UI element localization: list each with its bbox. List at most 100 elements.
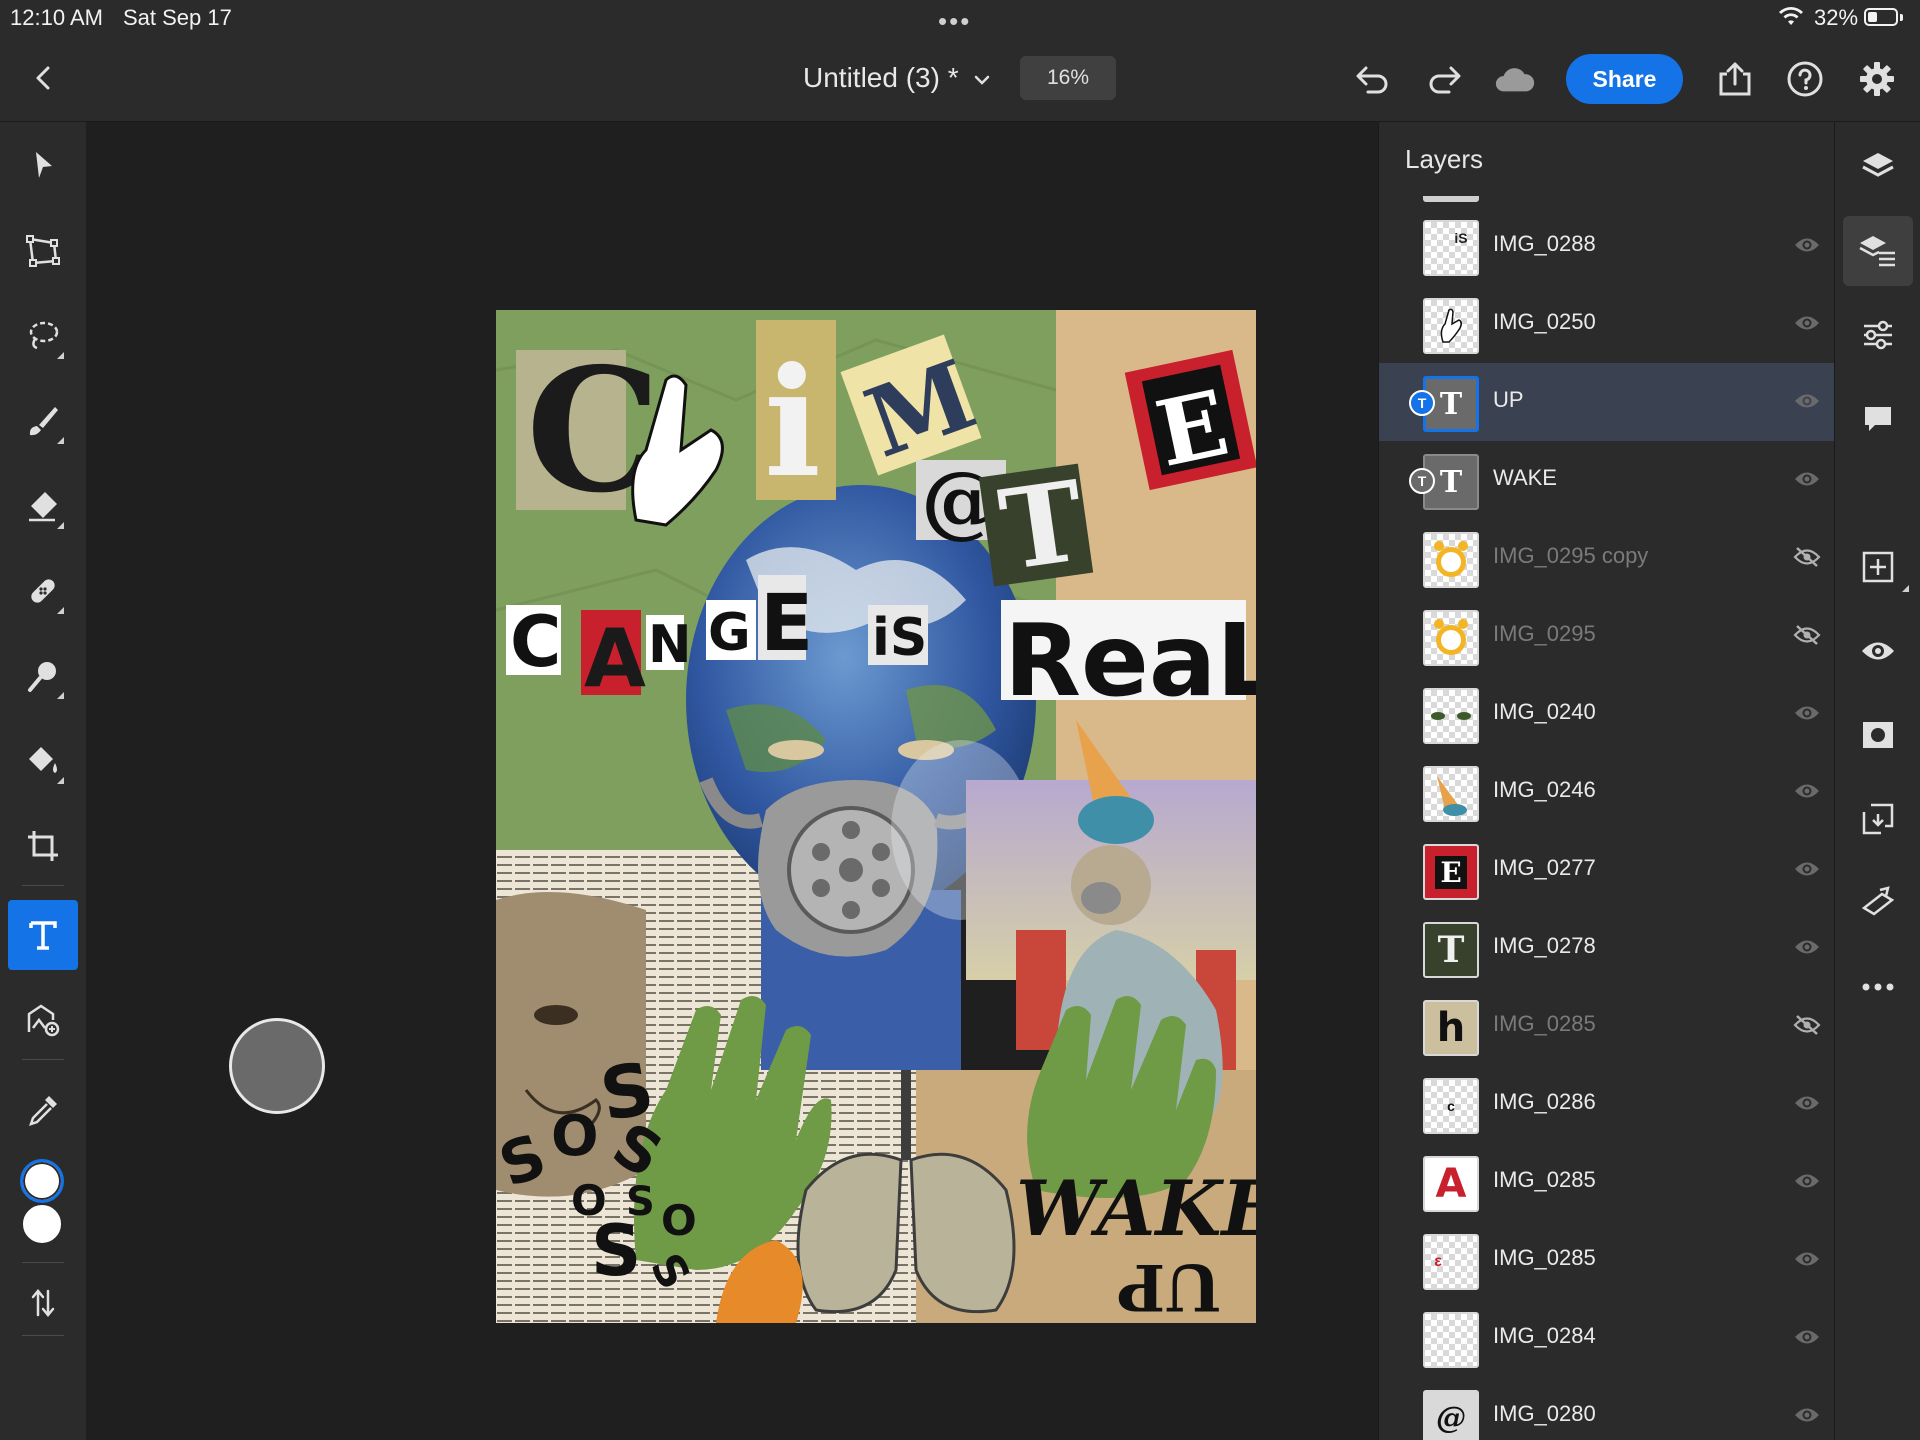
climate-letter: i [764,335,821,511]
type-tool-icon[interactable] [8,900,78,970]
settings-gear-icon[interactable] [1856,58,1898,100]
sos-letter: O [661,1196,697,1245]
cloud-icon[interactable] [1494,58,1536,100]
wifi-icon [1779,7,1803,25]
rail-options-corner [1902,585,1909,592]
layer-row[interactable]: T T WAKE [1379,441,1834,519]
tool-options-corner [57,522,64,529]
layer-name: IMG_0280 [1493,1401,1596,1426]
layer-row[interactable]: IMG_0295 [1379,597,1834,675]
share-button[interactable]: Share [1566,54,1683,104]
visibility-hidden-eye-icon[interactable] [1793,624,1821,646]
visibility-eye-icon[interactable] [1793,1092,1821,1114]
layer-thumbnail: T [1423,922,1479,978]
add-layer-icon[interactable] [1843,532,1913,602]
toolbar-divider [22,1335,64,1336]
comment-bubble-icon[interactable] [1843,384,1913,454]
brush-tool-icon[interactable] [8,386,78,456]
help-icon[interactable] [1784,58,1826,100]
sos-letter: S [591,1210,641,1292]
document-title[interactable]: Untitled (3) * [803,62,959,94]
redo-icon[interactable] [1424,58,1466,100]
layer-row[interactable]: c IMG_0286 [1379,1065,1834,1143]
layer-thumbnail: E [1423,844,1479,900]
layer-thumbnail: @ [1423,1390,1479,1440]
visibility-eye-icon[interactable] [1793,780,1821,802]
layer-row[interactable]: E IMG_0277 [1379,831,1834,909]
lasso-tool-icon[interactable] [8,301,78,371]
place-image-icon[interactable] [8,985,78,1055]
layer-row[interactable]: T IMG_0278 [1379,909,1834,987]
layer-name: IMG_0246 [1493,777,1596,802]
layer-thumbnail [1423,532,1479,588]
visibility-eye-icon[interactable] [1793,1404,1821,1426]
scrolled-layer-edge [1423,196,1479,202]
eyedropper-icon[interactable] [8,1075,78,1145]
visibility-eye-icon[interactable] [1793,1248,1821,1270]
more-options-icon[interactable] [1843,952,1913,1022]
transform-tool-icon[interactable] [8,216,78,286]
layer-name: IMG_0250 [1493,309,1596,334]
layer-thumbnail: iS [1423,220,1479,276]
visibility-eye-icon[interactable] [1793,312,1821,334]
adjustments-sliders-icon[interactable] [1843,300,1913,370]
collage-artboard[interactable]: C i M @ T E C A N G E iS ReaL S O S S O … [496,310,1256,1323]
swap-colors-icon[interactable] [8,1268,78,1338]
layer-name: WAKE [1493,465,1557,490]
undo-icon[interactable] [1351,58,1393,100]
visibility-hidden-eye-icon[interactable] [1793,546,1821,568]
healing-bandage-icon[interactable] [8,556,78,626]
layer-row[interactable]: IMG_0250 [1379,285,1834,363]
paint-bucket-icon[interactable] [8,726,78,796]
layer-row[interactable]: IMG_0246 [1379,753,1834,831]
visibility-eye-icon[interactable] [1793,702,1821,724]
layer-row[interactable]: h IMG_0285 [1379,987,1834,1065]
ice-cream-thumb-icon [1437,776,1467,816]
eraser-tool-icon[interactable] [8,471,78,541]
layer-row[interactable]: @ IMG_0280 [1379,1377,1834,1440]
zoom-level[interactable]: 16% [1020,56,1116,100]
layer-row[interactable]: iS IMG_0288 [1379,207,1834,285]
layer-thumbnail [1423,688,1479,744]
visibility-eye-icon[interactable] [1843,616,1913,686]
visibility-eye-icon[interactable] [1793,858,1821,880]
foreground-color-swatch[interactable] [20,1159,64,1203]
chevron-down-icon[interactable] [972,70,992,90]
layer-thumbnail: ε [1423,1234,1479,1290]
layer-row[interactable]: IMG_0295 copy [1379,519,1834,597]
canvas-area[interactable]: C i M @ T E C A N G E iS ReaL S O S S O … [86,122,1378,1440]
tool-options-corner [57,607,64,614]
back-chevron-icon[interactable] [26,60,62,96]
layer-row[interactable]: A IMG_0285 [1379,1143,1834,1221]
brush-size-preview[interactable] [229,1018,325,1114]
layer-row[interactable]: IMG_0284 [1379,1299,1834,1377]
visibility-eye-icon[interactable] [1793,1326,1821,1348]
layer-row-selected[interactable]: T T UP [1379,363,1834,441]
text-layer-badge: T [1409,390,1435,416]
multitasking-dots-icon[interactable]: ••• [938,6,971,37]
visibility-eye-icon[interactable] [1793,390,1821,412]
layer-row[interactable]: IMG_0240 [1379,675,1834,753]
layer-name: IMG_0285 [1493,1245,1596,1270]
app-header: Untitled (3) * 16% Share [0,36,1920,122]
crop-tool-icon[interactable] [8,811,78,881]
merge-down-icon[interactable] [1843,784,1913,854]
clear-layer-eraser-icon[interactable] [1843,868,1913,938]
layer-name: IMG_0278 [1493,933,1596,958]
visibility-eye-icon[interactable] [1793,936,1821,958]
is-word: iS [872,608,927,668]
visibility-eye-icon[interactable] [1793,468,1821,490]
visibility-hidden-eye-icon[interactable] [1793,1014,1821,1036]
export-icon[interactable] [1714,58,1756,100]
layer-properties-icon[interactable] [1843,216,1913,286]
smudge-tool-icon[interactable] [8,641,78,711]
visibility-eye-icon[interactable] [1793,234,1821,256]
background-color-swatch[interactable] [21,1203,63,1245]
layer-row[interactable]: ε IMG_0285 [1379,1221,1834,1299]
visibility-eye-icon[interactable] [1793,1170,1821,1192]
layer-name: IMG_0285 [1493,1011,1596,1036]
select-tool-arrow-icon[interactable] [8,131,78,201]
layers-stack-icon[interactable] [1843,132,1913,202]
layers-panel-title: Layers [1405,144,1484,174]
mask-icon[interactable] [1843,700,1913,770]
